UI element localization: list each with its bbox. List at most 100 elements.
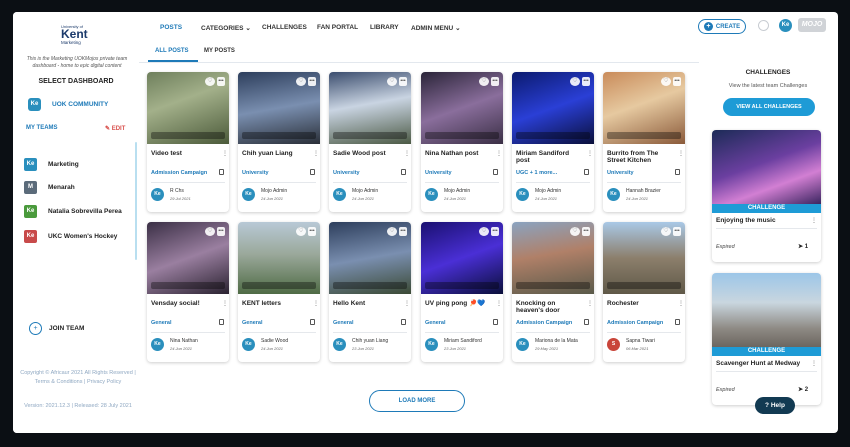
post-card[interactable]: ♡ ••• KENT letters ⋮ General Ke Sadie Wo… bbox=[238, 222, 320, 362]
community-link[interactable]: Ke UOK COMMUNITY bbox=[28, 98, 108, 111]
university-logo[interactable]: University of Kent Marketing bbox=[61, 24, 91, 45]
heart-icon[interactable]: ♡ bbox=[387, 77, 397, 86]
create-button[interactable]: + CREATE bbox=[698, 19, 746, 34]
more-icon[interactable]: ••• bbox=[491, 77, 499, 86]
more-icon[interactable]: ••• bbox=[217, 77, 225, 86]
post-campaign[interactable]: University bbox=[607, 170, 634, 176]
post-campaign[interactable]: General bbox=[151, 320, 171, 326]
heart-icon[interactable]: ♡ bbox=[479, 227, 489, 236]
join-team-button[interactable]: + JOIN TEAM bbox=[29, 322, 84, 335]
post-campaign[interactable]: University bbox=[242, 170, 269, 176]
post-campaign[interactable]: General bbox=[242, 320, 262, 326]
post-campaign[interactable]: UGC + 1 more... bbox=[516, 170, 557, 176]
heart-icon[interactable]: ♡ bbox=[387, 227, 397, 236]
more-icon[interactable]: ••• bbox=[582, 227, 590, 236]
more-icon[interactable]: ••• bbox=[673, 227, 681, 236]
more-options-icon[interactable]: ⋮ bbox=[222, 150, 228, 157]
team-item-natalia[interactable]: Ke Natalia Sobrevilla Perea bbox=[24, 205, 122, 218]
post-campaign[interactable]: Admission Campaign bbox=[151, 170, 207, 176]
chevron-down-icon: ⌄ bbox=[245, 25, 251, 32]
device-icon bbox=[401, 169, 406, 175]
post-card[interactable]: ♡ ••• Knocking on heaven's door ⋮ Admiss… bbox=[512, 222, 594, 362]
post-card[interactable]: ♡ ••• Vensday social! ⋮ General Ke Nina … bbox=[147, 222, 229, 362]
more-icon[interactable]: ••• bbox=[673, 77, 681, 86]
nav-posts[interactable]: POSTS bbox=[160, 24, 182, 31]
more-icon[interactable]: ••• bbox=[217, 227, 225, 236]
more-options-icon[interactable]: ⋮ bbox=[313, 300, 319, 307]
heart-icon[interactable]: ♡ bbox=[205, 77, 215, 86]
post-campaign[interactable]: Admission Campaign bbox=[607, 320, 663, 326]
heart-icon[interactable]: ♡ bbox=[296, 227, 306, 236]
challenges-heading: CHALLENGES bbox=[745, 69, 791, 76]
load-more-button[interactable]: LOAD MORE bbox=[369, 390, 465, 412]
more-icon[interactable]: ••• bbox=[308, 227, 316, 236]
post-campaign[interactable]: University bbox=[333, 170, 360, 176]
post-campaign[interactable]: Admission Campaign bbox=[516, 320, 572, 326]
heart-icon[interactable]: ♡ bbox=[570, 77, 580, 86]
more-options-icon[interactable]: ⋮ bbox=[404, 150, 410, 157]
heart-icon[interactable]: ♡ bbox=[479, 77, 489, 86]
team-item-ukc-hockey[interactable]: Ke UKC Women's Hockey bbox=[24, 230, 117, 243]
post-card[interactable]: ♡ ••• UV ping pong 🏓💙 ⋮ General Ke Miria… bbox=[421, 222, 503, 362]
more-icon[interactable]: ••• bbox=[491, 227, 499, 236]
search-icon[interactable] bbox=[758, 20, 769, 31]
more-icon[interactable]: ••• bbox=[399, 227, 407, 236]
mojo-logo[interactable]: MOJO bbox=[798, 18, 826, 32]
more-icon[interactable]: ••• bbox=[399, 77, 407, 86]
nav-categories[interactable]: CATEGORIES ⌄ bbox=[201, 24, 251, 32]
view-all-challenges-button[interactable]: VIEW ALL CHALLENGES bbox=[723, 98, 815, 116]
author-avatar: Ke bbox=[242, 338, 255, 351]
nav-fan-portal[interactable]: FAN PORTAL bbox=[317, 24, 358, 31]
more-options-icon[interactable]: ⋮ bbox=[811, 217, 817, 224]
tab-my-posts[interactable]: MY POSTS bbox=[204, 48, 235, 54]
more-icon[interactable]: ••• bbox=[582, 77, 590, 86]
edit-teams-button[interactable]: ✎ EDIT bbox=[105, 125, 125, 132]
nav-library[interactable]: LIBRARY bbox=[370, 24, 399, 31]
post-card[interactable]: ♡ ••• Rochester ⋮ Admission Campaign S S… bbox=[603, 222, 685, 362]
heart-icon[interactable]: ♡ bbox=[661, 77, 671, 86]
tab-all-posts[interactable]: ALL POSTS bbox=[155, 48, 189, 54]
create-label: CREATE bbox=[715, 23, 741, 30]
team-label: Marketing bbox=[48, 161, 79, 168]
post-card[interactable]: ♡ ••• Nina Nathan post ⋮ University Ke M… bbox=[421, 72, 503, 212]
heart-icon[interactable]: ♡ bbox=[661, 227, 671, 236]
team-item-menarah[interactable]: M Menarah bbox=[24, 181, 75, 194]
post-campaign[interactable]: General bbox=[333, 320, 353, 326]
team-item-marketing[interactable]: Ke Marketing bbox=[24, 158, 79, 171]
more-options-icon[interactable]: ⋮ bbox=[313, 150, 319, 157]
heart-icon[interactable]: ♡ bbox=[570, 227, 580, 236]
nav-challenges[interactable]: CHALLENGES bbox=[262, 24, 307, 31]
device-icon bbox=[584, 319, 589, 325]
post-stats-bar bbox=[242, 132, 316, 139]
more-options-icon[interactable]: ⋮ bbox=[587, 150, 593, 157]
more-options-icon[interactable]: ⋮ bbox=[496, 300, 502, 307]
post-card[interactable]: ♡ ••• Hello Kent ⋮ General Ke Chih yuan … bbox=[329, 222, 411, 362]
more-options-icon[interactable]: ⋮ bbox=[587, 300, 593, 307]
more-options-icon[interactable]: ⋮ bbox=[678, 300, 684, 307]
post-card[interactable]: ♡ ••• Video test ⋮ Admission Campaign Ke… bbox=[147, 72, 229, 212]
challenge-card[interactable]: CHALLENGE Scavenger Hunt at Medway ⋮ Exp… bbox=[712, 273, 821, 405]
challenge-image bbox=[712, 273, 821, 347]
post-campaign[interactable]: University bbox=[425, 170, 452, 176]
more-options-icon[interactable]: ⋮ bbox=[496, 150, 502, 157]
user-avatar[interactable]: Ke bbox=[779, 19, 792, 32]
more-options-icon[interactable]: ⋮ bbox=[678, 150, 684, 157]
nav-admin-menu[interactable]: ADMIN MENU ⌄ bbox=[411, 24, 461, 32]
heart-icon[interactable]: ♡ bbox=[205, 227, 215, 236]
send-icon: ➤ bbox=[798, 387, 804, 393]
heart-icon[interactable]: ♡ bbox=[296, 77, 306, 86]
post-date: 24 Jun 2021 bbox=[170, 346, 193, 351]
post-campaign[interactable]: General bbox=[425, 320, 445, 326]
more-options-icon[interactable]: ⋮ bbox=[811, 360, 817, 367]
challenge-card[interactable]: CHALLENGE Enjoying the music ⋮ Expired ➤… bbox=[712, 130, 821, 262]
post-card[interactable]: ♡ ••• Chih yuan Liang ⋮ University Ke Mo… bbox=[238, 72, 320, 212]
post-card[interactable]: ♡ ••• Miriam Sandiford post ⋮ UGC + 1 mo… bbox=[512, 72, 594, 212]
post-card[interactable]: ♡ ••• Burrito from The Street Kitchen ⋮ … bbox=[603, 72, 685, 212]
more-options-icon[interactable]: ⋮ bbox=[404, 300, 410, 307]
post-card[interactable]: ♡ ••• Sadie Wood post ⋮ University Ke Mo… bbox=[329, 72, 411, 212]
more-icon[interactable]: ••• bbox=[308, 77, 316, 86]
more-options-icon[interactable]: ⋮ bbox=[222, 300, 228, 307]
author-avatar: Ke bbox=[516, 338, 529, 351]
teams-scrollbar[interactable] bbox=[135, 142, 137, 260]
help-button[interactable]: ? Help bbox=[755, 397, 795, 414]
